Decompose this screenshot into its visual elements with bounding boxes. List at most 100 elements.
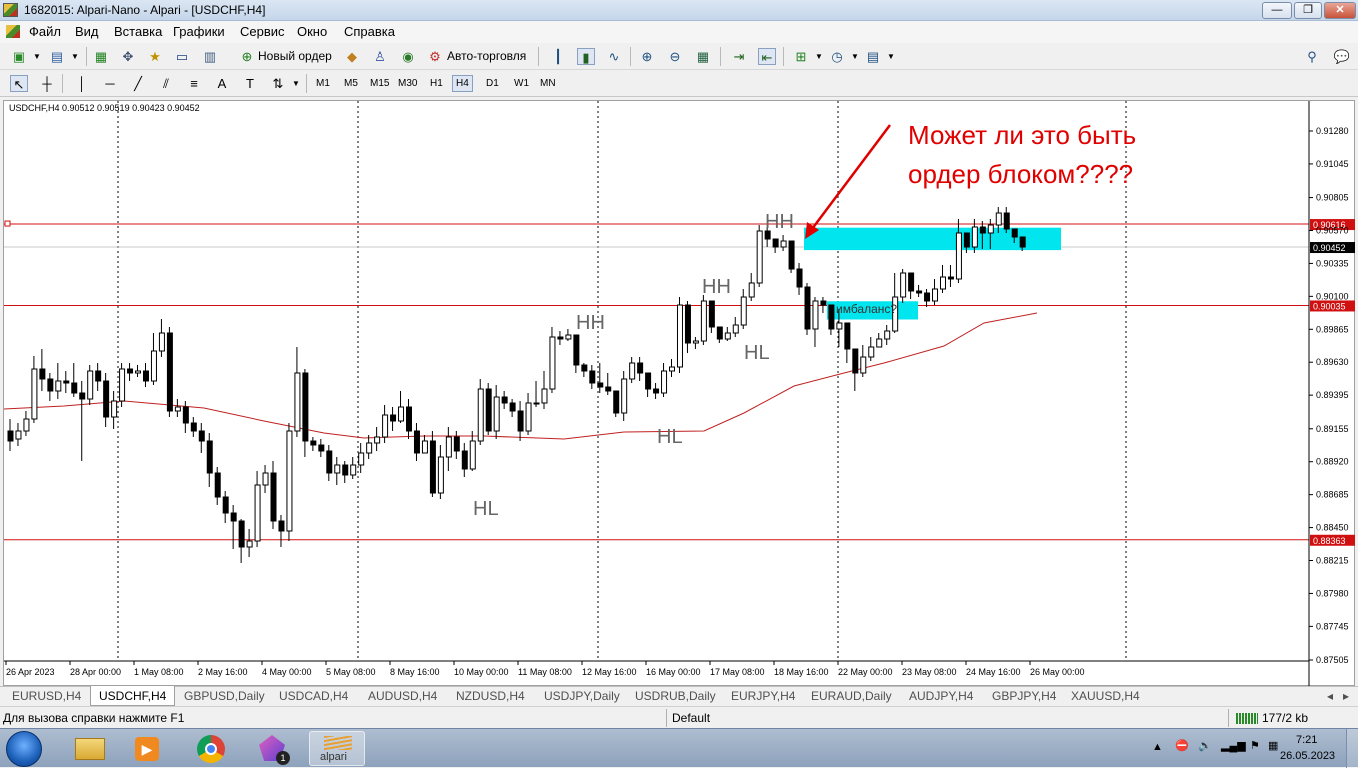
candle-body	[916, 290, 923, 294]
trendline-icon[interactable]: ╱	[129, 75, 147, 92]
menu-file[interactable]: Файл	[29, 24, 61, 39]
candle-body	[246, 540, 253, 548]
tab-gbpjpy-h4[interactable]: GBPJPY,H4	[984, 689, 1064, 703]
bar-chart-icon[interactable]: ┃	[549, 48, 567, 65]
menu-tools[interactable]: Сервис	[240, 24, 285, 39]
signal-icon[interactable]: ▂▄▆	[1221, 739, 1246, 752]
timeframe-mn[interactable]: MN	[537, 76, 559, 91]
tab-scroll-right-icon[interactable]: ▸	[1343, 689, 1349, 703]
timeframe-m30[interactable]: M30	[395, 76, 420, 91]
show-hidden-icons-icon[interactable]: ▲	[1152, 741, 1163, 753]
tab-usdcad-h4[interactable]: USDCAD,H4	[271, 689, 356, 703]
maximize-button[interactable]: ❐	[1294, 2, 1322, 19]
text-icon[interactable]: A	[213, 75, 231, 92]
tab-euraud-daily[interactable]: EURAUD,Daily	[803, 689, 900, 703]
keyboard-icon[interactable]: ▦	[1268, 739, 1278, 752]
tab-eurusd-h4[interactable]: EURUSD,H4	[4, 689, 89, 703]
tab-scroll-left-icon[interactable]: ◂	[1327, 689, 1333, 703]
auto-trading-icon[interactable]: ⚙	[426, 48, 444, 65]
child-window-icon[interactable]	[6, 25, 20, 38]
tab-audusd-h4[interactable]: AUDUSD,H4	[360, 689, 445, 703]
time-label: 22 May 00:00	[838, 667, 893, 677]
market-watch-icon[interactable]: ▦	[92, 48, 110, 65]
network-alert-icon[interactable]: ⛔	[1175, 739, 1189, 752]
new-chart-icon[interactable]: ▣	[10, 48, 28, 65]
crosshair-icon[interactable]: ┼	[38, 75, 56, 92]
tab-xauusd-h4[interactable]: XAUUSD,H4	[1063, 689, 1148, 703]
volume-icon[interactable]: 🔈	[1198, 739, 1212, 752]
media-player-icon[interactable]: ▶	[120, 731, 172, 766]
timeframe-m1[interactable]: M1	[313, 76, 333, 91]
horizontal-line-icon[interactable]: ─	[101, 75, 119, 92]
chrome-icon[interactable]	[186, 731, 238, 766]
timeframe-d1[interactable]: D1	[483, 76, 502, 91]
profiles-icon[interactable]: ▤	[48, 48, 66, 65]
search-icon[interactable]: ⚲	[1303, 48, 1321, 65]
flag-icon[interactable]: ⚑	[1250, 739, 1260, 752]
chart-window[interactable]: 0.90616 0.90452 0.90035 0.88363 0.91280 0.91…	[3, 100, 1356, 687]
templates-icon[interactable]: ▤	[864, 48, 882, 65]
equidistant-channel-icon[interactable]: ⫽	[157, 75, 175, 92]
explorer-icon[interactable]	[64, 731, 116, 766]
show-desktop-button[interactable]	[1346, 729, 1358, 768]
clock-date[interactable]: 26.05.2023	[1280, 750, 1335, 762]
market-icon[interactable]: ◉	[399, 48, 417, 65]
chart-shift-icon[interactable]: ⇥	[730, 48, 748, 65]
dropdown-arrow-icon[interactable]: ▼	[810, 48, 828, 65]
strategy-tester-icon[interactable]: ▥	[201, 48, 219, 65]
cursor-icon[interactable]: ↖	[10, 75, 28, 92]
data-window-icon[interactable]: ★	[146, 48, 164, 65]
tab-gbpusd-daily[interactable]: GBPUSD,Daily	[176, 689, 273, 703]
start-button[interactable]	[6, 731, 42, 767]
zoom-out-icon[interactable]: ⊖	[666, 48, 684, 65]
new-order-icon[interactable]: ⊕	[238, 48, 256, 65]
auto-trading-button[interactable]: Авто-торговля	[447, 49, 526, 63]
minimize-button[interactable]: —	[1262, 2, 1292, 19]
tab-audjpy-h4[interactable]: AUDJPY,H4	[901, 689, 981, 703]
tab-nzdusd-h4[interactable]: NZDUSD,H4	[448, 689, 533, 703]
navigator-icon[interactable]: ✥	[119, 48, 137, 65]
periods-icon[interactable]: ◷	[828, 48, 846, 65]
auto-scroll-icon[interactable]: ⇤	[758, 48, 776, 65]
close-button[interactable]: ✕	[1324, 2, 1356, 19]
arrows-icon[interactable]: ⇅	[269, 75, 287, 92]
new-order-button[interactable]: Новый ордер	[258, 49, 332, 63]
menu-charts[interactable]: Графики	[173, 24, 225, 39]
timeframe-w1[interactable]: W1	[511, 76, 532, 91]
menu-help[interactable]: Справка	[344, 24, 395, 39]
price-label: 0.87505	[1316, 655, 1349, 665]
clock-time[interactable]: 7:21	[1296, 734, 1317, 746]
tab-eurjpy-h4[interactable]: EURJPY,H4	[723, 689, 803, 703]
menu-insert[interactable]: Вставка	[114, 24, 162, 39]
dropdown-arrow-icon[interactable]: ▼	[882, 48, 900, 65]
candle-body	[613, 390, 620, 414]
fibonacci-icon[interactable]: ≡	[185, 75, 203, 92]
candlestick-chart-icon[interactable]: ▮	[577, 48, 595, 65]
line-chart-icon[interactable]: ∿	[605, 48, 623, 65]
menu-window[interactable]: Окно	[297, 24, 327, 39]
indicators-icon[interactable]: ⊞	[792, 48, 810, 65]
metaeditor-icon[interactable]: ◆	[343, 48, 361, 65]
vertical-line-icon[interactable]: │	[73, 75, 91, 92]
price-chart[interactable]: 0.906160.904520.900350.88363 0.912800.91…	[4, 101, 1356, 687]
signals-icon[interactable]: ♙	[371, 48, 389, 65]
terminal-icon[interactable]: ▭	[173, 48, 191, 65]
timeframe-h4[interactable]: H4	[452, 75, 473, 92]
timeframe-m15[interactable]: M15	[367, 76, 392, 91]
tile-windows-icon[interactable]: ▦	[694, 48, 712, 65]
tab-usdrub-daily[interactable]: USDRUB,Daily	[627, 689, 724, 703]
app-icon[interactable]: 1	[248, 731, 300, 766]
zoom-in-icon[interactable]: ⊕	[638, 48, 656, 65]
dropdown-arrow-icon[interactable]: ▼	[287, 75, 305, 92]
timeframe-h1[interactable]: H1	[427, 76, 446, 91]
dropdown-arrow-icon[interactable]: ▼	[66, 48, 84, 65]
dropdown-arrow-icon[interactable]: ▼	[846, 48, 864, 65]
text-label-icon[interactable]: T	[241, 75, 259, 92]
menu-view[interactable]: Вид	[75, 24, 99, 39]
tab-usdchf-h4[interactable]: USDCHF,H4	[90, 686, 176, 706]
chat-icon[interactable]: 💬	[1333, 48, 1351, 65]
dropdown-arrow-icon[interactable]: ▼	[28, 48, 46, 65]
alpari-icon[interactable]: alpari	[309, 731, 365, 766]
tab-usdjpy-daily[interactable]: USDJPY,Daily	[536, 689, 628, 703]
timeframe-m5[interactable]: M5	[341, 76, 361, 91]
